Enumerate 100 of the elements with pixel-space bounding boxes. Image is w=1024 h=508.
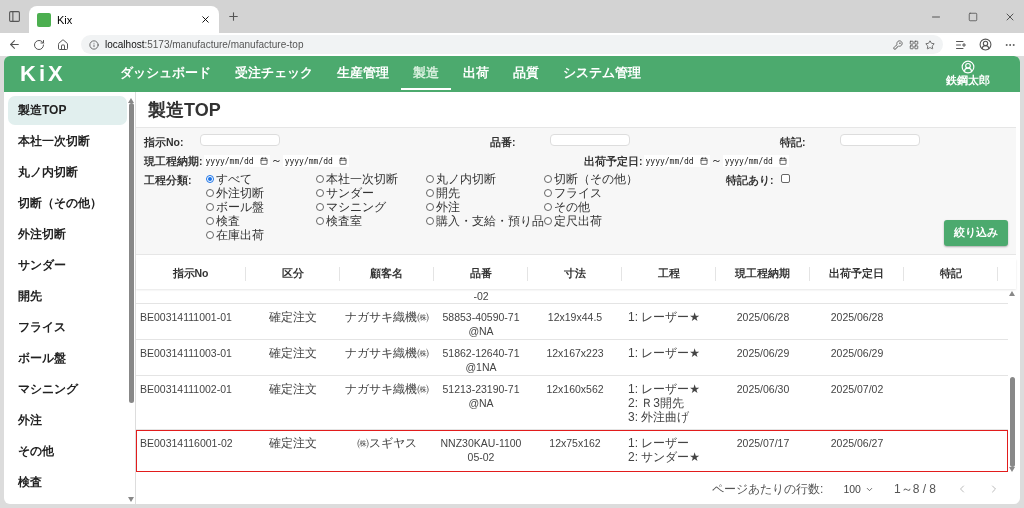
table-cell-text: ナガサキ織機㈱ — [344, 382, 430, 398]
radio-option[interactable]: 切断（その他） — [544, 172, 654, 186]
sidebar-item[interactable]: フライス — [8, 313, 127, 342]
table-cell-text: -02 — [472, 289, 490, 303]
table-cell-text: ナガサキ織機㈱ — [344, 346, 430, 362]
radio-option[interactable]: 本社一次切断 — [316, 172, 426, 186]
profile-icon[interactable] — [979, 38, 992, 51]
table-cell-text: 確定注文 — [268, 382, 318, 398]
close-icon[interactable] — [200, 14, 211, 25]
radio-option[interactable]: マシニング — [316, 200, 426, 214]
table-cell-text: 確定注文 — [268, 310, 318, 326]
radio-option[interactable]: 在庫出荷 — [206, 228, 316, 242]
column-header: 特記 — [904, 267, 998, 281]
column-header: 出荷予定日 — [810, 267, 904, 281]
back-icon[interactable] — [8, 38, 21, 51]
calendar-icon — [259, 157, 268, 165]
radio-option[interactable]: 外注切断 — [206, 186, 316, 200]
table-cell-text: 2025/06/29 — [735, 346, 791, 361]
date-field[interactable]: yyyy/mm/dd — [203, 155, 270, 167]
user-icon[interactable] — [961, 60, 975, 74]
favicon-icon — [37, 12, 51, 27]
process-step: 2: Ｒ3開先 — [628, 396, 710, 410]
scroll-up-icon[interactable] — [1009, 291, 1015, 296]
table-cell-text: 確定注文 — [268, 436, 318, 452]
radio-option[interactable]: ボール盤 — [206, 200, 316, 214]
sidebar-item[interactable]: サンダー — [8, 251, 127, 280]
rows-per-page-select[interactable]: 100 — [843, 483, 874, 495]
note-field[interactable] — [840, 134, 920, 146]
sidebar-item[interactable]: 切断（その他） — [8, 189, 127, 218]
maximize-icon[interactable] — [968, 11, 978, 22]
checkbox[interactable] — [780, 174, 790, 183]
filter-label: 指示No: — [144, 135, 185, 150]
table-cell-text: 2025/06/29 — [829, 346, 885, 361]
date-field[interactable]: yyyy/mm/dd — [643, 155, 710, 167]
process-step: 2: サンダー★ — [628, 450, 710, 464]
process-step: 1: レーザー★ — [628, 310, 710, 324]
radio-option[interactable]: フライス — [544, 186, 654, 200]
info-icon — [89, 39, 99, 50]
radio-option[interactable]: すべて — [206, 172, 316, 186]
table-cell-text: 58853-40590-71@NA — [441, 310, 521, 339]
process-step: 1: レーザー★ — [628, 346, 710, 360]
favorites-icon[interactable] — [955, 38, 967, 51]
radio-option[interactable]: 購入・支給・預り品 — [426, 214, 544, 228]
home-icon[interactable] — [57, 38, 69, 51]
radio-option[interactable]: 外注 — [426, 200, 544, 214]
sidebar-item[interactable]: 開先 — [8, 282, 127, 311]
radio-option[interactable]: 検査 — [206, 214, 316, 228]
column-header: 寸法 — [528, 267, 622, 281]
order-no-field[interactable] — [200, 134, 280, 146]
sidebar-item[interactable]: 本社一次切断 — [8, 127, 127, 156]
table-cell-text: ナガサキ織機㈱ — [344, 310, 430, 326]
date-field[interactable]: yyyy/mm/dd — [282, 155, 349, 167]
sidebar-item[interactable]: その他 — [8, 437, 127, 466]
calendar-icon — [338, 157, 347, 165]
column-header: 指示No — [136, 267, 246, 281]
table-cell-text: 12x19x44.5 — [546, 310, 604, 325]
sidebar-toggle-icon[interactable] — [8, 10, 21, 23]
sidebar-item[interactable]: 外注 — [8, 406, 127, 435]
apps-icon — [909, 39, 919, 50]
column-header: 現工程納期 — [716, 267, 810, 281]
page-range: 1～8 / 8 — [893, 480, 936, 498]
radio-option[interactable]: その他 — [544, 200, 654, 214]
radio-option[interactable]: 検査室 — [316, 214, 426, 228]
filter-label: 特記あり: — [726, 173, 774, 188]
table-cell-text: 2025/06/27 — [829, 436, 885, 451]
sidebar-item[interactable]: 丸ノ内切断 — [8, 158, 127, 187]
table-cell-text: BE00314111001-01 — [139, 310, 233, 325]
date-field[interactable]: yyyy/mm/dd — [722, 155, 789, 167]
sidebar-item[interactable]: 製造TOP — [8, 96, 127, 125]
key-icon — [893, 39, 903, 50]
table-cell-text: 51862-12640-71@1NA — [441, 346, 521, 375]
browser-tab[interactable]: Kix — [29, 6, 219, 33]
scroll-down-icon[interactable] — [128, 497, 134, 502]
radio-option[interactable]: 開先 — [426, 186, 544, 200]
address-bar[interactable]: localhost:5173/manufacture/manufacture-top — [81, 35, 943, 54]
star-icon — [925, 39, 935, 50]
sidebar-item[interactable]: 外注切断 — [8, 220, 127, 249]
table-cell-text: 2025/06/28 — [735, 310, 791, 325]
table-cell-text: BE00314116001-02 — [139, 436, 234, 451]
sidebar-item[interactable]: マシニング — [8, 375, 127, 404]
table-cell-text: 2025/07/02 — [829, 382, 885, 397]
sidebar-item[interactable]: ボール盤 — [8, 344, 127, 373]
table-cell-text: 12x75x162 — [548, 436, 602, 451]
filter-label: 工程分類: — [144, 173, 193, 188]
part-no-field[interactable] — [550, 134, 630, 146]
page-title: 製造TOP — [147, 99, 222, 122]
table-cell-text: 51213-23190-71@NA — [441, 382, 521, 411]
reload-icon[interactable] — [33, 38, 45, 51]
table-cell-text: 2025/06/30 — [735, 382, 791, 397]
radio-option[interactable]: サンダー — [316, 186, 426, 200]
sidebar-item[interactable]: 検査 — [8, 468, 127, 497]
filter-label: 現工程納期: — [144, 154, 203, 169]
table-cell-text: NNZ30KAU-110005-02 — [439, 436, 523, 465]
radio-option[interactable]: 定尺出荷 — [544, 214, 654, 228]
table-cell-text: 2025/06/28 — [829, 310, 885, 325]
table-cell-text: BE00314111003-01 — [139, 346, 233, 361]
column-header: 区分 — [246, 267, 340, 281]
column-header: 顧客名 — [340, 267, 434, 281]
new-tab-icon[interactable] — [227, 10, 240, 23]
radio-option[interactable]: 丸ノ内切断 — [426, 172, 544, 186]
